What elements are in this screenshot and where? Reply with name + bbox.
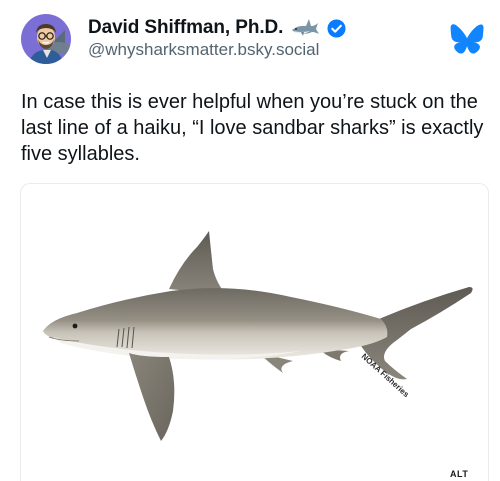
author-name-row: David Shiffman, Ph.D. <box>88 13 346 43</box>
post-text: In case this is ever helpful when you’re… <box>21 91 484 165</box>
author-display-name[interactable]: David Shiffman, Ph.D. <box>88 17 283 39</box>
shark-emoji-icon <box>290 17 320 39</box>
post-image-card[interactable]: NOAA Fisheries <box>20 183 489 481</box>
image-watermark: NOAA Fisheries <box>360 352 411 400</box>
verified-checkmark-icon[interactable] <box>327 18 346 38</box>
bluesky-butterfly-icon[interactable] <box>450 24 484 54</box>
avatar[interactable] <box>21 14 71 64</box>
post-card: David Shiffman, Ph.D. @whysharksmatter.b… <box>0 0 500 481</box>
author-handle[interactable]: @whysharksmatter.bsky.social <box>88 40 319 60</box>
sandbar-shark-illustration: NOAA Fisheries <box>43 231 473 441</box>
alt-text-badge[interactable]: ALT <box>450 469 468 479</box>
